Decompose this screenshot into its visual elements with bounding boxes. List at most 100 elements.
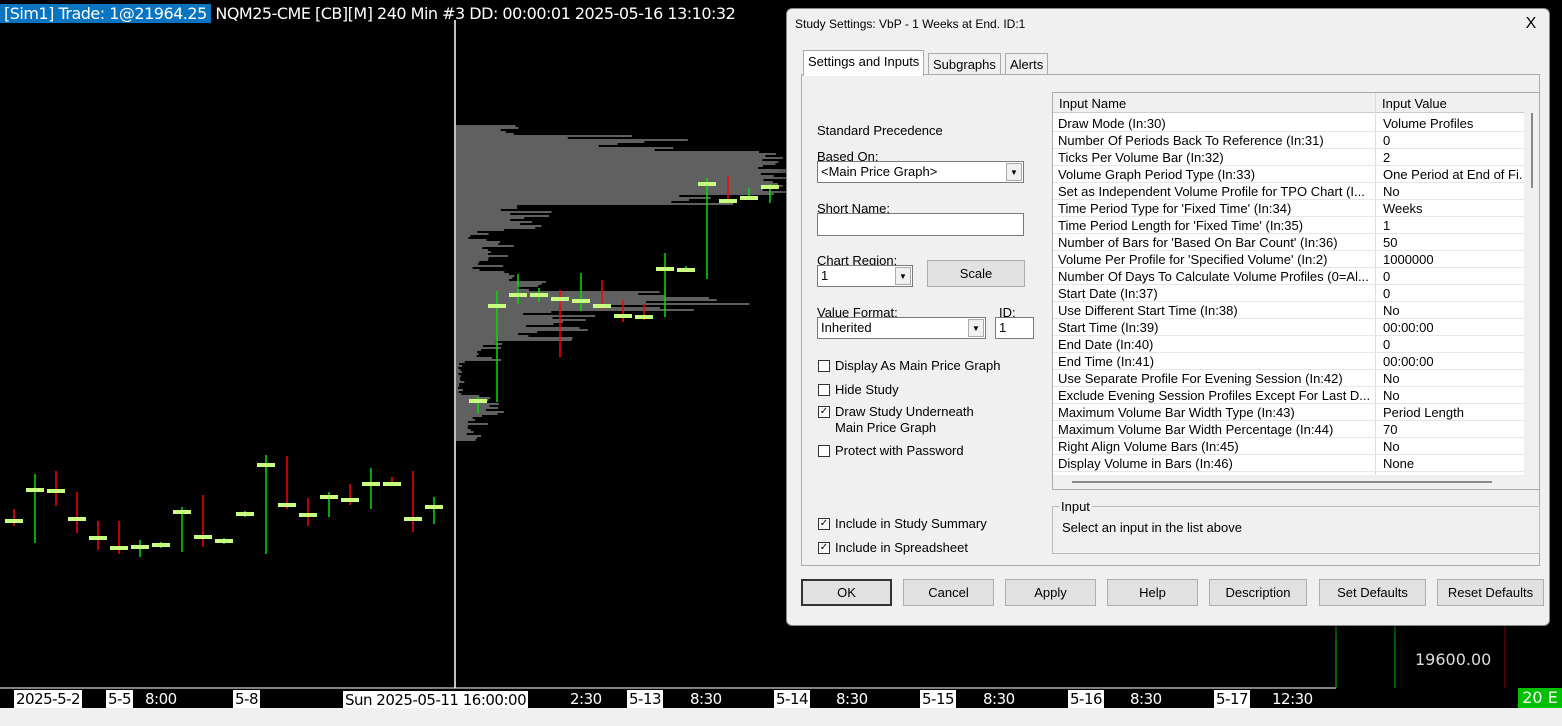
list-item[interactable]: Maximum Volume Bar Width Percentage (In:… — [1053, 421, 1524, 438]
inputs-list[interactable]: Input Name Input Value Draw Mode (In:30)… — [1052, 92, 1540, 490]
input-value[interactable]: No — [1383, 184, 1523, 199]
column-input-value[interactable]: Input Value — [1382, 96, 1447, 111]
list-item[interactable]: Draw Mode (In:30) Volume Profiles — [1053, 115, 1524, 132]
checkbox-1[interactable] — [818, 384, 830, 396]
checkbox-4[interactable]: ✓ — [818, 518, 830, 530]
ok-button[interactable]: OK — [801, 579, 892, 606]
price-bar-tick — [173, 510, 191, 514]
input-value[interactable]: 2 — [1383, 150, 1523, 165]
input-value[interactable]: 50 — [1383, 235, 1523, 250]
volume-profile-bar — [456, 221, 533, 223]
input-value[interactable]: None — [1383, 456, 1523, 471]
x-tick-label: 8:00 — [145, 690, 177, 708]
volume-profile-bar — [456, 359, 501, 361]
volume-profile-bar — [456, 425, 469, 427]
chart-header: [Sim1] Trade: 1@21964.25 NQM25-CME [CB][… — [0, 4, 736, 24]
chart-region-select[interactable]: 1 ▼ — [817, 265, 913, 287]
list-item[interactable]: Use Different Start Time (In:38) No — [1053, 302, 1524, 319]
volume-profile-bar — [456, 391, 459, 393]
value-format-select[interactable]: Inherited ▼ — [817, 317, 986, 339]
list-item[interactable]: Use Separate Profile For Evening Session… — [1053, 370, 1524, 387]
column-input-name[interactable]: Input Name — [1059, 96, 1126, 111]
list-item[interactable]: Ticks Per Volume Bar (In:32) 2 — [1053, 149, 1524, 166]
list-item[interactable]: Exclude Evening Session Profiles Except … — [1053, 387, 1524, 404]
price-bar-tick — [341, 498, 359, 502]
description-button[interactable]: Description — [1209, 579, 1307, 606]
price-bar-tick — [278, 503, 296, 507]
list-item[interactable]: Maximum Volume Bar Width Type (In:43) Per… — [1053, 404, 1524, 421]
tab-alerts[interactable]: Alerts — [1005, 53, 1049, 75]
input-value[interactable]: Weeks — [1383, 201, 1523, 216]
apply-button[interactable]: Apply — [1005, 579, 1096, 606]
input-name: Set as Independent Volume Profile for TP… — [1058, 184, 1365, 199]
checkbox-3[interactable] — [818, 445, 830, 457]
input-value[interactable]: 70 — [1383, 422, 1523, 437]
input-value[interactable]: 0 — [1383, 269, 1523, 284]
list-item[interactable]: Start Time (In:39) 00:00:00 — [1053, 319, 1524, 336]
list-item[interactable]: Number of Bars for 'Based On Bar Count' … — [1053, 234, 1524, 251]
list-item[interactable]: Volume Per Profile for 'Specified Volume… — [1053, 251, 1524, 268]
list-item[interactable]: End Date (In:40) 0 — [1053, 336, 1524, 353]
list-item[interactable]: Number Of Days To Calculate Volume Profi… — [1053, 268, 1524, 285]
price-bar-tick — [404, 517, 422, 521]
volume-profile-bar — [456, 379, 461, 381]
input-value[interactable]: 0 — [1383, 133, 1523, 148]
volume-profile-bar — [456, 215, 550, 217]
volume-profile-bar — [456, 261, 480, 263]
input-name: Display Volume in Bars (In:46) — [1058, 456, 1233, 471]
input-value[interactable]: One Period at End of Fi... — [1383, 167, 1523, 182]
list-item[interactable]: Set as Independent Volume Profile for TP… — [1053, 183, 1524, 200]
input-value[interactable]: No — [1383, 388, 1523, 403]
input-value[interactable]: Period Length — [1383, 405, 1523, 420]
set-defaults-button[interactable]: Set Defaults — [1319, 579, 1426, 606]
cancel-button[interactable]: Cancel — [903, 579, 994, 606]
input-value[interactable]: 1 — [1383, 218, 1523, 233]
dialog-title: Study Settings: VbP - 1 Weeks at End. ID… — [795, 17, 1026, 31]
horizontal-scrollbar[interactable] — [1053, 475, 1524, 489]
based-on-select[interactable]: <Main Price Graph> ▼ — [817, 161, 1024, 183]
input-value[interactable]: 0 — [1383, 286, 1523, 301]
volume-profile-bar — [456, 275, 515, 277]
list-item[interactable]: End Time (In:41) 00:00:00 — [1053, 353, 1524, 370]
hscrollbar-thumb[interactable] — [1072, 481, 1492, 483]
checkbox-0[interactable] — [818, 360, 830, 372]
list-item[interactable]: Time Period Length for 'Fixed Time' (In:… — [1053, 217, 1524, 234]
vertical-scrollbar[interactable] — [1524, 93, 1539, 489]
tab-subgraphs[interactable]: Subgraphs — [928, 53, 1001, 75]
settings-panel: Standard Precedence Based On: <Main Pric… — [801, 74, 1540, 566]
input-value[interactable]: Volume Profiles — [1383, 116, 1523, 131]
volume-profile-bar — [456, 367, 459, 369]
list-item[interactable]: Right Align Volume Bars (In:45) No — [1053, 438, 1524, 455]
help-button[interactable]: Help — [1107, 579, 1198, 606]
input-description: Select an input in the list above — [1062, 520, 1242, 535]
close-button[interactable]: X — [1519, 12, 1543, 36]
list-item[interactable]: Number Of Periods Back To Reference (In:… — [1053, 132, 1524, 149]
tab-settings-and-inputs[interactable]: Settings and Inputs — [803, 50, 925, 76]
list-item[interactable]: Start Date (In:37) 0 — [1053, 285, 1524, 302]
list-item[interactable]: Display Volume in Bars (In:46) None — [1053, 455, 1524, 472]
list-item[interactable]: Time Period Type for 'Fixed Time' (In:34… — [1053, 200, 1524, 217]
list-item[interactable]: Volume Graph Period Type (In:33) One Peri… — [1053, 166, 1524, 183]
volume-profile-bar — [456, 381, 465, 383]
volume-profile-bar — [456, 211, 552, 213]
id-input[interactable]: 1 — [995, 317, 1034, 339]
checkbox-5[interactable]: ✓ — [818, 542, 830, 554]
scale-button[interactable]: Scale — [927, 260, 1025, 287]
price-bar-tick — [299, 513, 317, 517]
input-name: Time Period Length for 'Fixed Time' (In:… — [1058, 218, 1304, 233]
input-value[interactable]: 00:00:00 — [1383, 320, 1523, 335]
input-value[interactable]: 00:00:00 — [1383, 354, 1523, 369]
checkbox-2[interactable]: ✓ — [818, 406, 830, 418]
volume-profile-bar — [456, 405, 490, 407]
input-value[interactable]: No — [1383, 371, 1523, 386]
input-value[interactable]: No — [1383, 439, 1523, 454]
input-value[interactable]: 1000000 — [1383, 252, 1523, 267]
input-value[interactable]: No — [1383, 303, 1523, 318]
short-name-input[interactable] — [817, 213, 1024, 236]
input-value[interactable]: 0 — [1383, 337, 1523, 352]
volume-profile-bar — [456, 143, 618, 145]
reset-defaults-button[interactable]: Reset Defaults — [1437, 579, 1544, 606]
volume-profile-bar — [456, 411, 504, 413]
scrollbar-thumb[interactable] — [1531, 113, 1533, 188]
price-bar-tick — [614, 314, 632, 318]
